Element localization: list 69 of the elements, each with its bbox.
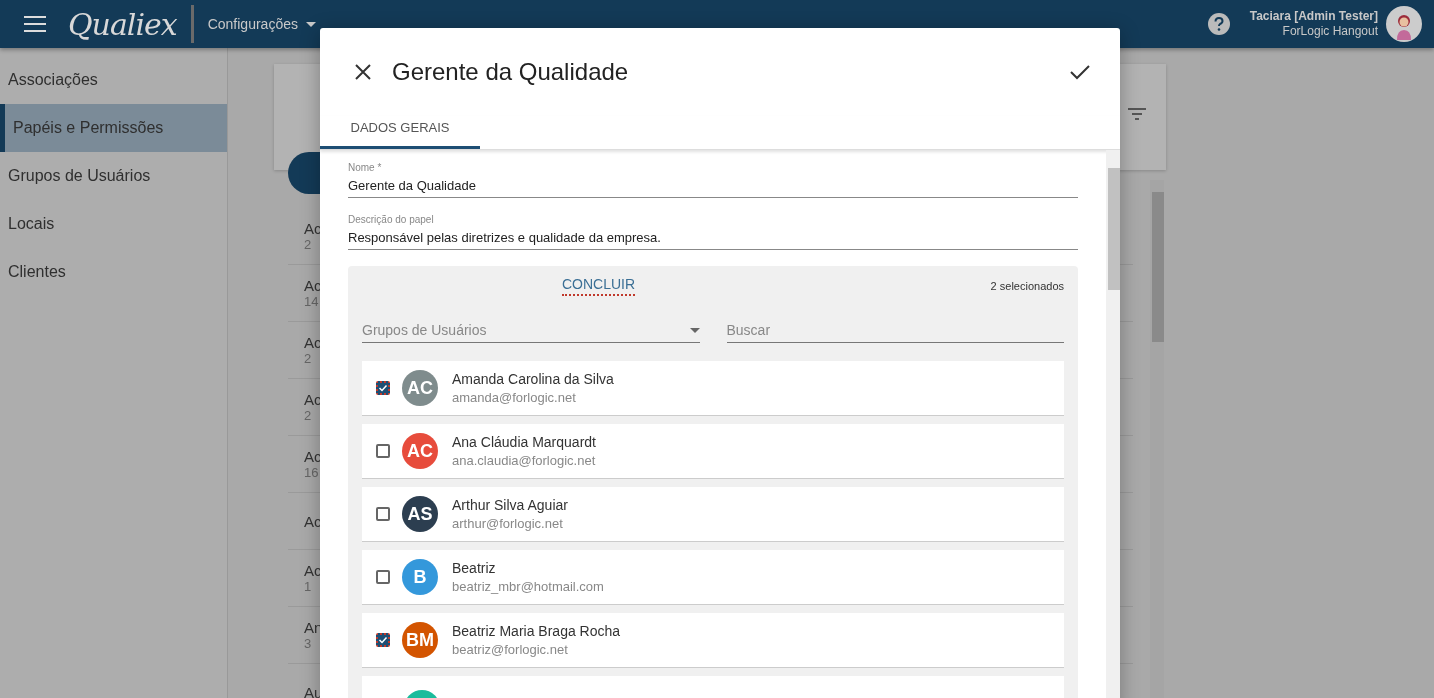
user-row[interactable]: AC Amanda Carolina da Silva amanda@forlogic.net xyxy=(362,361,1064,416)
done-button[interactable]: CONCLUIR xyxy=(562,276,636,296)
check-icon xyxy=(378,635,388,645)
user-email: beatriz@forlogic.net xyxy=(452,642,569,657)
sidebar-item[interactable]: Associações xyxy=(0,56,227,104)
close-icon[interactable] xyxy=(354,63,372,81)
user-avatar: BM xyxy=(402,622,438,658)
field-label: Descrição do papel xyxy=(348,214,435,225)
item-title: Ac xyxy=(304,220,322,237)
search-field[interactable]: Buscar xyxy=(726,318,1064,343)
user-avatar: AC xyxy=(402,433,438,469)
user-row[interactable]: BM Beatriz Maria Braga Rocha beatriz@forlogic.net xyxy=(362,613,1064,668)
user-name: Amanda Carolina da Silva xyxy=(452,371,614,387)
text-field[interactable]: Responsável pelas diretrizes e qualidade da empresa. xyxy=(348,230,1078,245)
avatar-icon[interactable] xyxy=(1386,6,1422,42)
sidebar-item[interactable]: Grupos de Usuários xyxy=(0,152,227,200)
user-email: arthur@forlogic.net xyxy=(452,516,564,531)
checkbox[interactable] xyxy=(376,570,390,584)
dialog-title: Gerente da Qualidade xyxy=(392,58,630,86)
checkbox[interactable] xyxy=(376,633,390,647)
item-title: Ac xyxy=(304,512,322,530)
item-subtitle: 3 xyxy=(304,636,312,651)
app-logo: Qualiex xyxy=(68,6,177,42)
check-icon xyxy=(378,383,388,393)
user-avatar: AS xyxy=(402,496,438,532)
user-email: ana.claudia@forlogic.net xyxy=(452,453,596,468)
text-field[interactable]: Gerente da Qualidade xyxy=(348,178,1078,193)
item-title: Ac xyxy=(304,448,322,465)
filter-icon[interactable] xyxy=(1128,108,1146,120)
user-name: Beatriz xyxy=(452,560,497,576)
scrollbar[interactable] xyxy=(1106,150,1120,698)
checkbox[interactable] xyxy=(376,444,390,458)
item-subtitle: 2 xyxy=(304,408,312,423)
tab[interactable]: DADOS GERAIS xyxy=(320,116,480,149)
settings-menu[interactable]: Configurações xyxy=(207,16,316,32)
field-label: Nome * xyxy=(348,162,383,173)
checkbox[interactable] xyxy=(376,381,390,395)
item-subtitle: 16 xyxy=(304,465,319,480)
user-name: Ana Cláudia Marquardt xyxy=(452,434,596,450)
caret-icon xyxy=(689,327,700,333)
check-icon[interactable] xyxy=(1070,64,1090,80)
sidebar-item[interactable]: Clientes xyxy=(0,248,227,296)
user-row[interactable]: B Beatriz beatriz_mbr@hotmail.com xyxy=(362,550,1064,605)
item-subtitle: 14 xyxy=(304,294,319,309)
item-subtitle: 2 xyxy=(304,351,312,366)
item-subtitle: 2 xyxy=(304,237,312,252)
item-title: Ac xyxy=(304,391,322,408)
selected-count: 2 selecionados xyxy=(990,280,1064,292)
user-email: beatriz_mbr@hotmail.com xyxy=(452,579,604,594)
help-icon[interactable] xyxy=(1207,13,1230,35)
item-subtitle: 1 xyxy=(304,579,312,594)
user-row[interactable]: AS Arthur Silva Aguiar arthur@forlogic.net xyxy=(362,487,1064,542)
scrollbar[interactable] xyxy=(1150,180,1164,698)
user-name: Arthur Silva Aguiar xyxy=(452,497,568,513)
user-email: amanda@forlogic.net xyxy=(452,390,577,405)
caret-icon xyxy=(305,21,316,27)
sidebar-item[interactable]: Locais xyxy=(0,200,227,248)
item-title: Ac xyxy=(304,277,322,294)
organization-name: ForLogic Hangout xyxy=(1281,24,1378,39)
user-avatar: AC xyxy=(402,370,438,406)
user-avatar: B xyxy=(402,559,438,595)
user-name: Beatriz Maria Braga Rocha xyxy=(452,623,621,639)
item-title: Ac xyxy=(304,562,322,579)
sidebar-item[interactable]: Papéis e Permissões xyxy=(0,104,227,152)
user-row[interactable]: AC Ana Cláudia Marquardt ana.claudia@forlogic.net xyxy=(362,424,1064,479)
user-name: Taciara [Admin Tester] xyxy=(1249,9,1378,24)
item-title: Ac xyxy=(304,334,322,351)
menu-icon[interactable] xyxy=(24,16,46,32)
checkbox[interactable] xyxy=(376,507,390,521)
